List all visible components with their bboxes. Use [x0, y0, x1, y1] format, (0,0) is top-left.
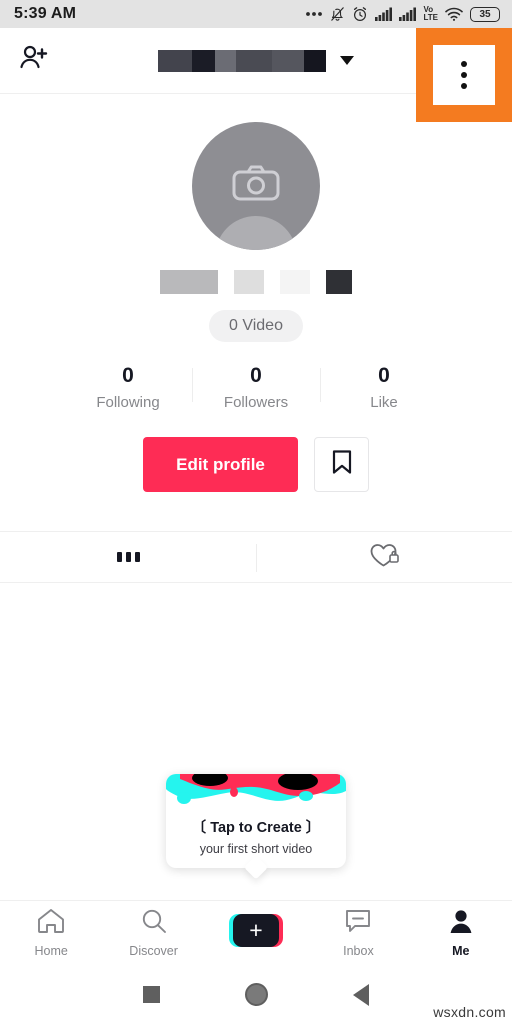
alarm-clock-icon — [352, 6, 368, 22]
redacted-title-block-4 — [236, 49, 272, 72]
stat-followers-label: Followers — [223, 394, 289, 412]
stat-following-value: 0 — [122, 364, 134, 387]
menu-highlight-box — [416, 28, 512, 122]
profile-name-dropdown[interactable] — [158, 49, 354, 72]
message-icon — [344, 908, 372, 939]
home-icon — [37, 908, 65, 939]
signal-bars-icon — [375, 7, 393, 21]
battery-icon: 35 — [470, 6, 500, 22]
profile-tabs — [0, 531, 512, 583]
avatar[interactable] — [192, 122, 320, 250]
status-icon-group: Vo LTE 35 — [305, 6, 500, 22]
search-icon — [140, 908, 168, 939]
redacted-title-block-3 — [215, 49, 236, 72]
stat-followers[interactable]: 0 Followers — [192, 364, 320, 411]
stat-followers-value: 0 — [250, 364, 262, 387]
android-back-button[interactable] — [309, 983, 414, 1006]
add-person-icon[interactable] — [18, 43, 50, 78]
bell-muted-icon — [330, 6, 345, 22]
bottom-navigation: Home Discover + Inbox Me — [0, 900, 512, 965]
bookmark-icon — [331, 449, 353, 480]
create-tooltip[interactable]: 〔 Tap to Create 〕 your first short video — [166, 774, 346, 880]
tooltip-title: 〔 Tap to Create 〕 — [191, 820, 321, 836]
bookmark-button[interactable] — [314, 437, 369, 493]
more-options-button[interactable] — [433, 45, 495, 105]
nav-item-discover[interactable]: Discover — [102, 908, 204, 958]
volte-icon: Vo LTE — [423, 6, 438, 22]
video-count-badge: 0 Video — [209, 310, 303, 342]
redacted-handle-block-3 — [280, 270, 310, 294]
tooltip-splash-art — [166, 774, 346, 808]
profile-stats: 0 Following 0 Followers 0 Like — [0, 364, 512, 411]
redacted-title-block-1 — [158, 49, 192, 72]
signal-bars-2-icon — [399, 7, 417, 21]
volte-bottom: LTE — [423, 13, 438, 22]
status-time: 5:39 AM — [14, 5, 77, 22]
nav-label-home: Home — [34, 944, 68, 958]
android-recents-button[interactable] — [99, 986, 204, 1003]
redacted-handle-block-2 — [234, 270, 264, 294]
nav-label-me: Me — [452, 944, 470, 958]
nav-item-inbox[interactable]: Inbox — [307, 908, 409, 958]
nav-label-discover: Discover — [129, 944, 178, 958]
tab-liked-private[interactable] — [256, 532, 512, 582]
more-vertical-icon-dot-1 — [461, 61, 467, 67]
stat-like-label: Like — [370, 394, 398, 412]
battery-level: 35 — [479, 8, 491, 20]
nav-item-home[interactable]: Home — [0, 908, 102, 958]
redacted-title-block-6 — [304, 49, 326, 72]
profile-name-redacted — [158, 49, 326, 72]
redacted-title-block-5 — [272, 49, 304, 72]
circle-icon — [244, 983, 268, 1006]
edit-profile-button[interactable]: Edit profile — [143, 437, 298, 493]
grid-icon — [116, 552, 140, 562]
more-dots-icon — [305, 11, 323, 17]
redacted-handle-block-1 — [160, 270, 218, 294]
heart-lock-icon — [368, 541, 400, 574]
profile-handle-redacted — [0, 270, 512, 294]
android-navigation-bar: wsxdn.com — [0, 965, 512, 1024]
chevron-down-icon[interactable] — [340, 56, 354, 65]
nav-item-me[interactable]: Me — [410, 908, 512, 958]
redacted-title-block-2 — [192, 49, 215, 72]
nav-label-inbox: Inbox — [343, 944, 374, 958]
stat-following-label: Following — [96, 394, 160, 412]
nav-item-create[interactable]: + — [205, 914, 307, 952]
more-vertical-icon-dot-3 — [461, 83, 467, 89]
avatar-wrap — [0, 122, 512, 250]
android-home-button[interactable] — [204, 983, 309, 1006]
avatar-person-silhouette — [215, 216, 297, 250]
tab-posts[interactable] — [0, 532, 256, 582]
plus-glyph: + — [249, 917, 263, 943]
camera-icon — [231, 163, 281, 210]
more-vertical-icon-dot-2 — [461, 72, 467, 78]
video-count-wrap: 0 Video — [0, 294, 512, 342]
redacted-handle-block-4 — [326, 270, 352, 294]
profile-actions: Edit profile — [0, 437, 512, 493]
stat-like-value: 0 — [378, 364, 390, 387]
profile-section: 0 Video 0 Following 0 Followers 0 Like E… — [0, 94, 512, 493]
phone-screen: 5:39 AM Vo LTE 35 0 Video 0 Following 0 … — [0, 0, 512, 1024]
triangle-back-icon — [353, 983, 369, 1006]
tooltip-subtitle: your first short video — [199, 842, 313, 856]
person-icon — [447, 908, 475, 939]
stat-like[interactable]: 0 Like — [320, 364, 448, 411]
square-icon — [142, 986, 160, 1003]
wifi-icon — [445, 7, 463, 21]
stat-following[interactable]: 0 Following — [64, 364, 192, 411]
create-plus-icon[interactable]: + — [229, 914, 284, 947]
status-bar: 5:39 AM Vo LTE 35 — [0, 0, 512, 28]
watermark: wsxdn.com — [433, 1004, 506, 1020]
